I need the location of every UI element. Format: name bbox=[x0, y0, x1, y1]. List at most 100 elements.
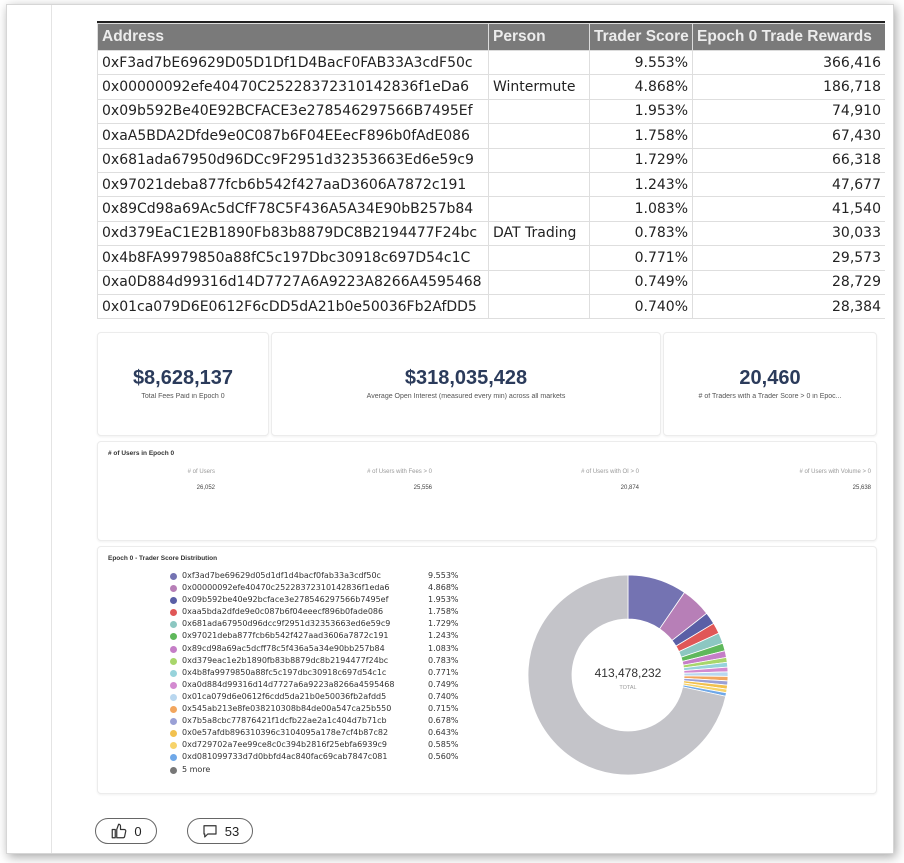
legend-item[interactable]: 0x4b8fa9979850a88fc5c197dbc30918c697d54c… bbox=[170, 667, 459, 680]
legend-item[interactable]: 0x89cd98a69ac5dcff78c5f436a5a34e90bb257b… bbox=[170, 643, 459, 656]
legend-swatch bbox=[170, 718, 177, 726]
legend-address: 0x01ca079d6e0612f6cdd5da21b0e50036fb2afd… bbox=[182, 691, 387, 701]
legend-percent: 1.758% bbox=[428, 607, 459, 617]
cell-person bbox=[488, 269, 590, 295]
cell-trader-score: 0.740% bbox=[589, 293, 693, 319]
cell-address: 0xaA5BDA2Dfde9e0C087b6F04EEecF896b0fAdE0… bbox=[97, 123, 489, 149]
table-row: 0x4b8FA9979850a88fC5c197Dbc30918c697D54c… bbox=[97, 245, 885, 271]
legend-address: 0xd379eac1e2b1890fb83b8879dc8b2194477f24… bbox=[182, 655, 389, 665]
thumbs-up-icon bbox=[112, 823, 127, 839]
cell-address: 0x01ca079D6E0612F6cDD5dA21b0e50036Fb2AfD… bbox=[97, 293, 489, 319]
cell-address: 0x4b8FA9979850a88fC5c197Dbc30918c697D54c… bbox=[97, 245, 489, 271]
legend-swatch bbox=[170, 693, 177, 701]
table-row: 0x01ca079D6E0612F6cDD5dA21b0e50036Fb2AfD… bbox=[97, 293, 885, 319]
table-row: 0xa0D884d99316d14D7727A6A9223A8266A45954… bbox=[97, 269, 885, 295]
cell-rewards: 74,910 bbox=[692, 98, 885, 125]
cell-trader-score: 1.953% bbox=[589, 98, 693, 125]
legend-address: 0x00000092efe40470c25228372310142836f1ed… bbox=[182, 583, 390, 593]
comment-button[interactable]: 53 bbox=[187, 818, 253, 844]
column-header-trader-score[interactable]: Trader Score bbox=[589, 23, 693, 51]
cell-person bbox=[488, 98, 590, 125]
total-fees-label: Total Fees Paid in Epoch 0 bbox=[141, 393, 225, 400]
cell-trader-score: 0.749% bbox=[589, 269, 693, 295]
legend-address: 0xa0d884d99316d14d7727a6a9223a8266a45954… bbox=[182, 679, 395, 689]
table-row: 0x00000092efe40470C25228372310142836f1eD… bbox=[97, 74, 885, 100]
legend-address: 0x4b8fa9979850a88fc5c197dbc30918c697d54c… bbox=[182, 667, 387, 677]
users-oi-header: # of Users with OI > 0 bbox=[581, 469, 639, 475]
cell-rewards: 47,677 bbox=[692, 171, 885, 198]
legend-more-item[interactable]: 5 more bbox=[170, 765, 450, 777]
table-row: 0x09b592Be40E92BCFACE3e278546297566B7495… bbox=[97, 98, 885, 125]
legend-percent: 0.643% bbox=[428, 728, 459, 738]
cell-trader-score: 0.771% bbox=[589, 245, 693, 271]
legend-swatch bbox=[170, 633, 177, 641]
legend-address: 0x0e57afdb896310396c3104095a178e7cf4b87c… bbox=[182, 728, 389, 738]
legend-item[interactable]: 0xa0d884d99316d14d7727a6a9223a8266a45954… bbox=[170, 679, 459, 692]
legend-percent: 0.715% bbox=[428, 704, 459, 714]
cell-rewards: 41,540 bbox=[692, 196, 885, 222]
table-row: 0x681ada67950d96DCc9F2951d32353663Ed6e59… bbox=[97, 147, 885, 173]
users-total-value: 26,052 bbox=[196, 485, 215, 491]
legend-swatch bbox=[170, 742, 177, 750]
legend-item[interactable]: 0x97021deba877fcb6b542f427aad3606a7872c1… bbox=[170, 631, 459, 643]
legend-item[interactable]: 0x7b5a8cbc77876421f1dcfb22ae2a1c404d7b71… bbox=[170, 716, 459, 728]
legend-percent: 0.749% bbox=[428, 679, 459, 689]
users-card-title: # of Users in Epoch 0 bbox=[108, 450, 175, 457]
table-header-row: Address Person Trader Score Epoch 0 Trad… bbox=[97, 23, 885, 51]
legend-item[interactable]: 0xd729702a7ee99ce8c0c394b2816f25ebfa6939… bbox=[170, 740, 459, 752]
legend-item[interactable]: 0x00000092efe40470c25228372310142836f1ed… bbox=[170, 583, 459, 595]
cell-rewards: 28,729 bbox=[692, 269, 885, 295]
legend-item[interactable]: 0xd081099733d7d0bbfd4ac840fac69cab7847c0… bbox=[170, 752, 459, 764]
cell-rewards: 67,430 bbox=[692, 123, 885, 149]
cell-person bbox=[488, 49, 590, 76]
users-fees-value: 25,556 bbox=[413, 485, 432, 491]
legend-item[interactable]: 0x545ab213e8fe038210308b84de00a547ca25b5… bbox=[170, 704, 459, 716]
users-fees-header: # of Users with Fees > 0 bbox=[367, 469, 432, 475]
column-header-rewards[interactable]: Epoch 0 Trade Rewards bbox=[692, 23, 885, 51]
legend-address: 0x97021deba877fcb6b542f427aad3606a7872c1… bbox=[182, 631, 389, 641]
users-volume-column: # of Users with Volume > 0 25,638 bbox=[671, 469, 871, 491]
legend-item[interactable]: 0x01ca079d6e0612f6cdd5da21b0e50036fb2afd… bbox=[170, 691, 459, 704]
traders-count-label: # of Traders with a Trader Score > 0 in … bbox=[698, 393, 842, 400]
legend-swatch bbox=[170, 597, 177, 605]
legend-address: 0x545ab213e8fe038210308b84de00a547ca25b5… bbox=[182, 704, 392, 714]
cell-person bbox=[488, 147, 590, 173]
table-row: 0x89Cd98a69Ac5dCfF78C5F436A5A34E90bB257b… bbox=[97, 196, 885, 222]
cell-address: 0x00000092efe40470C25228372310142836f1eD… bbox=[97, 74, 489, 100]
legend-address: 0xaa5bda2dfde9e0c087b6f04eeecf896b0fade0… bbox=[182, 607, 384, 617]
users-card: # of Users in Epoch 0 # of Users 26,052 … bbox=[97, 441, 877, 541]
legend-item[interactable]: 0xaa5bda2dfde9e0c087b6f04eeecf896b0fade0… bbox=[170, 607, 459, 619]
legend-swatch bbox=[170, 645, 177, 653]
legend-item[interactable]: 0xf3ad7be69629d05d1df1d4bacf0fab33a3cdf5… bbox=[170, 571, 459, 583]
column-header-person[interactable]: Person bbox=[488, 23, 590, 51]
distribution-card: Epoch 0 - Trader Score Distribution 0xf3… bbox=[97, 546, 877, 794]
column-header-address[interactable]: Address bbox=[97, 23, 489, 51]
legend-swatch bbox=[170, 681, 177, 689]
legend-swatch bbox=[170, 730, 177, 738]
total-fees-value: $8,628,137 bbox=[132, 367, 234, 389]
cell-address: 0xF3ad7bE69629D05D1Df1D4BacF0FAB33A3cdF5… bbox=[97, 49, 489, 76]
cell-trader-score: 1.758% bbox=[589, 123, 693, 149]
legend-percent: 9.553% bbox=[428, 571, 459, 580]
legend-address: 0xd729702a7ee99ce8c0c394b2816f25ebfa6939… bbox=[182, 740, 388, 750]
trader-table-container[interactable]: Address Person Trader Score Epoch 0 Trad… bbox=[97, 21, 885, 319]
legend-address: 0x89cd98a69ac5dcff78c5f436a5a34e90bb257b… bbox=[182, 643, 385, 653]
legend-swatch bbox=[170, 585, 177, 593]
total-fees-card: $8,628,137 Total Fees Paid in Epoch 0 bbox=[97, 332, 269, 436]
cell-person: DAT Trading bbox=[488, 220, 590, 247]
legend-address: 0xd081099733d7d0bbfd4ac840fac69cab7847c0… bbox=[182, 752, 388, 762]
legend-percent: 0.585% bbox=[428, 740, 459, 750]
legend-item[interactable]: 0x09b592be40e92bcface3e278546297566b7495… bbox=[170, 595, 459, 607]
cell-person bbox=[488, 123, 590, 149]
cell-trader-score: 9.553% bbox=[589, 49, 693, 76]
like-button[interactable]: 0 bbox=[95, 818, 157, 844]
traders-count-value: 20,460 bbox=[739, 367, 801, 389]
cell-trader-score: 1.243% bbox=[589, 171, 693, 198]
legend-item[interactable]: 0xd379eac1e2b1890fb83b8879dc8b2194477f24… bbox=[170, 655, 459, 668]
legend-item[interactable]: 0x0e57afdb896310396c3104095a178e7cf4b87c… bbox=[170, 728, 459, 740]
donut-total-label: TOTAL bbox=[619, 685, 636, 691]
table-row: 0xF3ad7bE69629D05D1Df1D4BacF0FAB33A3cdF5… bbox=[97, 49, 885, 76]
cell-rewards: 30,033 bbox=[692, 220, 885, 247]
legend-item[interactable]: 0x681ada67950d96dcc9f2951d32353663ed6e59… bbox=[170, 619, 459, 631]
cell-address: 0x09b592Be40E92BCFACE3e278546297566B7495… bbox=[97, 98, 489, 125]
